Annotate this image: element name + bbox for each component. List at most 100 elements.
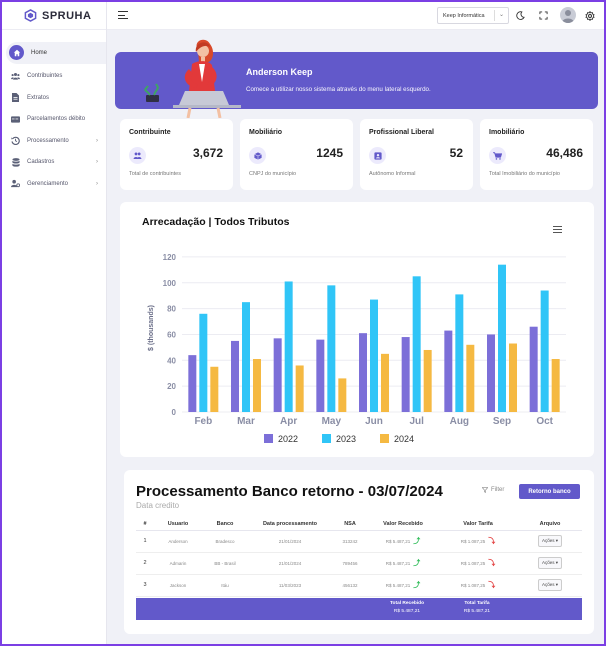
- sidebar-item-contribuintes[interactable]: Contribuintes: [2, 66, 106, 88]
- column-header: Banco: [202, 518, 248, 531]
- cell-tarifa: R$ 1.087,25 ⤵: [438, 530, 518, 553]
- bar-chart: 0 20 40 60 80 100 120 $ (thousands) Feb Mar Apr May…: [148, 253, 566, 444]
- filter-button[interactable]: Filter: [482, 487, 504, 493]
- fullscreen-icon[interactable]: [538, 10, 549, 21]
- bar-2023-Sep: [498, 264, 506, 412]
- bar-2024-Sep: [509, 343, 517, 412]
- cell-banco: Itáu: [202, 574, 248, 597]
- document-icon: [11, 93, 20, 103]
- menu-toggle-icon[interactable]: [118, 11, 128, 20]
- bar-2023-Oct: [540, 290, 549, 412]
- legend-label: 2024: [394, 434, 414, 444]
- total-recebido-label: Total Recebido: [389, 601, 425, 606]
- bar-2024-Aug: [466, 344, 475, 412]
- company-select[interactable]: Keep Informática ⌄: [437, 7, 509, 24]
- bar-2023-Jun: [370, 299, 378, 412]
- chevron-right-icon: ›: [96, 137, 98, 144]
- x-tick-label: Aug: [450, 416, 469, 427]
- tarifa-value: R$ 1.087,25: [460, 561, 486, 566]
- stat-value: 3,672: [192, 146, 223, 160]
- arrow-up-icon: ⤴: [413, 560, 421, 567]
- cell-arquivo: Ações ▾: [518, 552, 582, 575]
- table-row[interactable]: 2 Admarin BB - Brasil 21/01/2024 789456 …: [136, 552, 582, 575]
- bar-2023-Mar: [242, 302, 250, 412]
- legend-swatch: [322, 434, 331, 443]
- stat-card-imobiliario[interactable]: Imobiliário 46,486 Total Imobiliário do …: [480, 119, 593, 190]
- bar-2023-Jul: [412, 276, 421, 412]
- acoes-dropdown[interactable]: Ações ▾: [537, 579, 563, 591]
- cell-arquivo: Ações ▾: [518, 574, 582, 597]
- sidebar-item-parcelamentos[interactable]: Parcelamentos débito: [2, 109, 106, 131]
- cart-icon: [489, 147, 506, 164]
- arrow-up-icon: ⤴: [413, 582, 421, 589]
- stat-title: Contribuinte: [129, 129, 171, 136]
- bar-2023-Aug: [455, 294, 464, 412]
- legend-swatch: [264, 434, 273, 443]
- sidebar-item-label: Home: [31, 49, 48, 56]
- cell-usuario: Jackson: [154, 574, 202, 597]
- bank-return-card: Processamento Banco retorno - 03/07/2024…: [124, 470, 594, 634]
- stat-card-contribuinte[interactable]: Contribuinte 3,672 Total de contribuinte…: [120, 119, 233, 190]
- moon-icon[interactable]: [515, 10, 526, 21]
- y-axis-label: $ (thousands): [148, 305, 155, 351]
- avatar[interactable]: [560, 7, 576, 23]
- recebido-value: R$ 5.487,21: [385, 561, 411, 566]
- bank-return-table: # Usuario Banco Data processamento NSA V…: [136, 518, 582, 597]
- total-tarifa-label: Total Tarifa: [464, 601, 490, 606]
- sidebar-item-extratos[interactable]: Extratos: [2, 87, 106, 109]
- column-header: Valor Tarifa: [438, 518, 518, 531]
- sidebar-item-cadastros[interactable]: Cadastros ›: [2, 152, 106, 174]
- stat-card-profissional-liberal[interactable]: Profissional Liberal 52 Autônomo Informa…: [360, 119, 473, 190]
- y-tick-label: 120: [163, 253, 177, 262]
- card-icon: [11, 115, 20, 124]
- top-header: Keep Informática ⌄: [107, 2, 604, 30]
- filter-icon: [482, 487, 488, 493]
- cell-nsa: 789456: [332, 552, 368, 575]
- cell-data: 21/01/2024: [248, 552, 332, 575]
- cell-recebido: R$ 5.487,21 ⤴: [368, 552, 438, 575]
- legend-label: 2022: [278, 434, 298, 444]
- sidebar-item-home[interactable]: Home: [6, 42, 106, 64]
- sidebar-item-label: Processamento: [27, 137, 69, 144]
- stat-title: Profissional Liberal: [369, 129, 434, 136]
- table-row[interactable]: 1 Anderson Bradesco 21/01/2024 313242 R$…: [136, 530, 582, 553]
- y-tick-label: 0: [172, 408, 177, 417]
- sidebar-item-gerenciamento[interactable]: Gerenciamento ›: [2, 173, 106, 195]
- bar-2023-Feb: [199, 313, 208, 412]
- column-header: Arquivo: [518, 518, 582, 531]
- cell-banco: Bradesco: [202, 530, 248, 553]
- column-header: Usuario: [154, 518, 202, 531]
- acoes-dropdown[interactable]: Ações ▾: [537, 535, 563, 547]
- row-number: 3: [136, 574, 154, 597]
- stat-value: 46,486: [546, 146, 583, 160]
- gear-icon[interactable]: [584, 10, 595, 21]
- x-tick-label: Mar: [237, 416, 255, 427]
- users-icon: [129, 147, 146, 164]
- bar-2023-May: [327, 285, 336, 412]
- user-cog-icon: [11, 179, 20, 188]
- tarifa-value: R$ 1.087,25: [460, 539, 486, 544]
- id-card-icon: [369, 147, 386, 164]
- legend-swatch: [380, 434, 389, 443]
- bar-2022-Aug: [444, 330, 453, 412]
- cell-arquivo: Ações ▾: [518, 530, 582, 553]
- x-tick-label: Oct: [536, 416, 553, 427]
- bar-2022-May: [316, 339, 325, 412]
- avatar-icon: [562, 10, 574, 23]
- x-tick-label: Jun: [365, 416, 383, 427]
- table-row[interactable]: 3 Jackson Itáu 11/03/2023 456132 R$ 5.48…: [136, 574, 582, 597]
- sidebar-item-label: Extratos: [27, 94, 50, 101]
- table-title: Processamento Banco retorno - 03/07/2024: [136, 483, 443, 500]
- history-icon: [11, 136, 20, 146]
- retorno-banco-button[interactable]: Retorno banco: [519, 484, 580, 499]
- arrow-down-icon: ⤵: [488, 538, 496, 545]
- sidebar-item-processamento[interactable]: Processamento ›: [2, 130, 106, 152]
- stat-card-mobiliario[interactable]: Mobiliário 1245 CNPJ do município: [240, 119, 353, 190]
- cell-usuario: Anderson: [154, 530, 202, 553]
- welcome-illustration: [144, 39, 241, 118]
- bar-2024-May: [338, 378, 347, 412]
- cell-data: 21/01/2024: [248, 530, 332, 553]
- bar-2024-Feb: [210, 366, 219, 412]
- acoes-dropdown[interactable]: Ações ▾: [537, 557, 563, 569]
- logo[interactable]: SPRUHA: [2, 2, 106, 30]
